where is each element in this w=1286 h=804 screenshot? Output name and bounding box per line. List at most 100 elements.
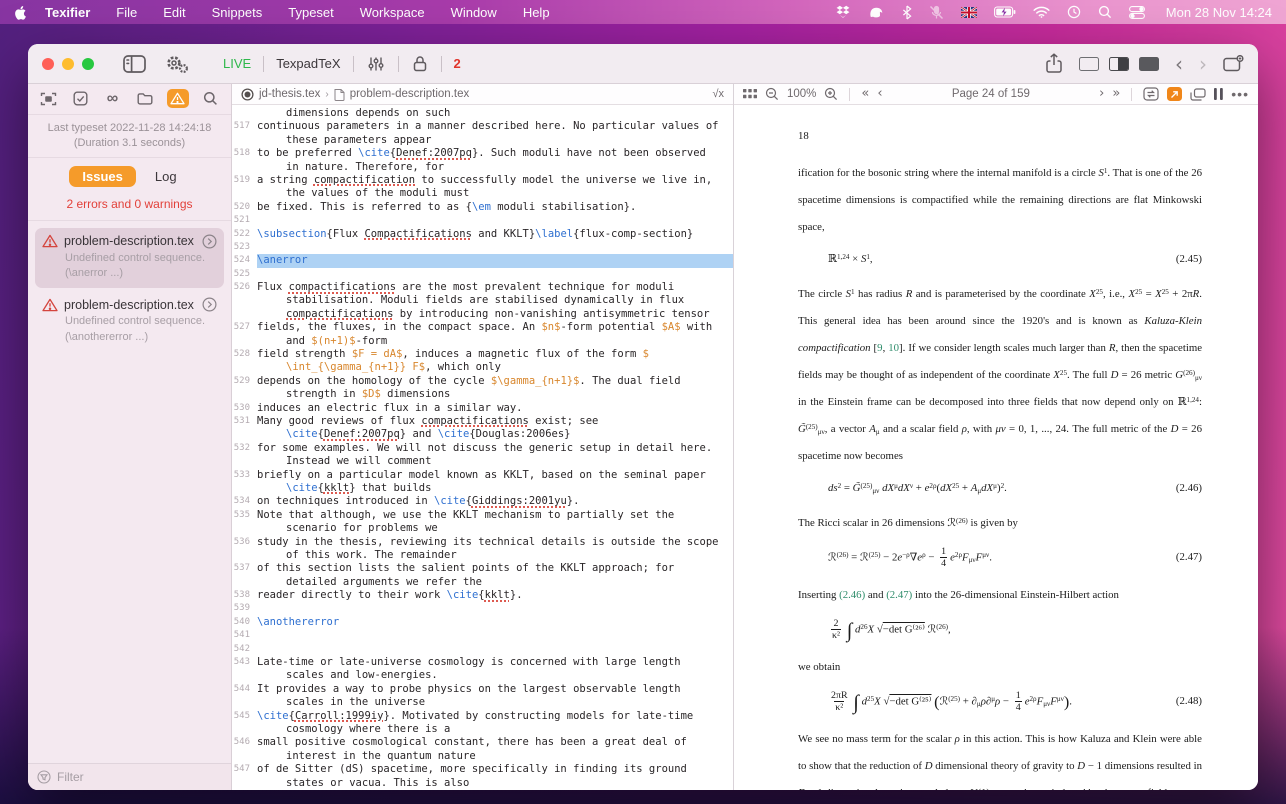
code-line[interactable]: 547of de Sitter (dS) spacetime, more spe…	[232, 763, 733, 776]
page-indicator[interactable]: Page 24 of 159	[891, 88, 1092, 100]
mic-muted-icon[interactable]	[929, 5, 944, 20]
code-line[interactable]: 518to be preferred \cite{Denef:2007pq}. …	[232, 147, 733, 160]
code-line[interactable]: \cite{kklt} that builds	[232, 482, 733, 495]
code-line[interactable]: 543Late-time or late-universe cosmology …	[232, 656, 733, 669]
typeset-settings-gear-icon[interactable]	[164, 54, 190, 74]
menu-edit[interactable]: Edit	[163, 5, 185, 20]
code-line[interactable]: 536study in the thesis, reviewing its te…	[232, 536, 733, 549]
back-button[interactable]: ‹	[1175, 57, 1183, 71]
minimize-button[interactable]	[62, 58, 74, 70]
filter-input[interactable]	[57, 770, 207, 784]
editor-only-view-button[interactable]	[1079, 57, 1099, 71]
code-line[interactable]: states or vacua. This is also	[232, 777, 733, 790]
spotlight-icon[interactable]	[1098, 5, 1112, 19]
menu-app-name[interactable]: Texifier	[45, 5, 90, 20]
code-line[interactable]: 542	[232, 643, 733, 656]
apple-menu-icon[interactable]	[14, 5, 27, 20]
code-line[interactable]: 528field strength $F = dA$, induces a ma…	[232, 348, 733, 361]
new-window-icon[interactable]	[1223, 55, 1244, 72]
more-options-icon[interactable]: •••	[1231, 91, 1249, 97]
battery-charging-icon[interactable]	[994, 6, 1016, 18]
symbols-infinity-icon[interactable]: ∞	[103, 90, 123, 108]
pause-typeset-icon[interactable]	[1214, 88, 1223, 100]
code-line[interactable]: 541	[232, 629, 733, 642]
bluetooth-icon[interactable]	[902, 5, 912, 20]
code-line[interactable]: 539	[232, 602, 733, 615]
jump-to-source-icon[interactable]	[1167, 87, 1182, 101]
code-line[interactable]: 522\subsection{Flux Compactifications an…	[232, 228, 733, 241]
code-line[interactable]: 540\anothererror	[232, 616, 733, 629]
wifi-icon[interactable]	[1033, 6, 1050, 18]
control-center-icon[interactable]	[1129, 6, 1145, 19]
lock-icon[interactable]	[413, 55, 427, 72]
uk-flag-icon[interactable]	[961, 7, 977, 18]
code-line[interactable]: cosmology where there is a	[232, 723, 733, 736]
code-line[interactable]: 520be fixed. This is referred to as {\em…	[232, 201, 733, 214]
math-preview-button[interactable]: √x	[712, 88, 724, 100]
code-line[interactable]: 517continuous parameters in a manner des…	[232, 120, 733, 133]
time-machine-icon[interactable]	[1067, 5, 1081, 19]
code-line[interactable]: strength in $D$ dimensions	[232, 388, 733, 401]
code-line[interactable]: 529depends on the homology of the cycle …	[232, 375, 733, 388]
zoom-button[interactable]	[82, 58, 94, 70]
organizer-icon[interactable]	[39, 90, 59, 108]
code-line[interactable]: scales and low-energies.	[232, 669, 733, 682]
code-line[interactable]: 524\anerror	[232, 254, 733, 267]
code-line[interactable]: the values of the moduli must	[232, 187, 733, 200]
sync-scroll-icon[interactable]	[1143, 87, 1159, 101]
engine-label[interactable]: TexpadTeX	[276, 56, 340, 71]
code-line[interactable]: 521	[232, 214, 733, 227]
code-line[interactable]: 523	[232, 241, 733, 254]
code-line[interactable]: 538reader directly to their work \cite{k…	[232, 589, 733, 602]
forward-button[interactable]: ›	[1199, 57, 1207, 71]
code-line[interactable]: 545\cite{Carroll:1999iy}. Motivated by c…	[232, 710, 733, 723]
code-line[interactable]: these parameters appear	[232, 134, 733, 147]
code-line[interactable]: compactifications by introducing non-van…	[232, 308, 733, 321]
menu-bar-clock[interactable]: Mon 28 Nov 14:24	[1166, 5, 1272, 20]
search-icon[interactable]	[201, 90, 221, 108]
last-page-icon[interactable]: »	[1112, 89, 1120, 99]
menu-window[interactable]: Window	[451, 5, 497, 20]
code-line[interactable]: and $(n+1)$-form	[232, 335, 733, 348]
menu-workspace[interactable]: Workspace	[360, 5, 425, 20]
code-line[interactable]: 527fields, the fluxes, in the compact sp…	[232, 321, 733, 334]
code-line[interactable]: 533briefly on a particular model known a…	[232, 469, 733, 482]
code-line[interactable]: 531Many good reviews of flux compactific…	[232, 415, 733, 428]
menu-typeset[interactable]: Typeset	[288, 5, 334, 20]
zoom-in-icon[interactable]	[824, 87, 838, 101]
code-line[interactable]: 535Note that although, we use the KKLT m…	[232, 509, 733, 522]
tab-log[interactable]: Log	[142, 166, 190, 187]
typeset-options-sliders-icon[interactable]	[368, 56, 384, 72]
todo-checkbox-icon[interactable]	[71, 90, 91, 108]
code-line[interactable]: 519a string compactification to successf…	[232, 174, 733, 187]
previous-page-icon[interactable]: ‹	[877, 89, 882, 99]
issue-item[interactable]: problem-description.tex [3] ... Undefine…	[35, 228, 224, 289]
code-line[interactable]: interest in the quantum nature	[232, 750, 733, 763]
files-folder-icon[interactable]	[135, 90, 155, 108]
code-line[interactable]: 532for some examples. We will not discus…	[232, 442, 733, 455]
code-line[interactable]: scenario for problems we	[232, 522, 733, 535]
issues-warning-icon[interactable]	[167, 89, 189, 108]
code-line[interactable]: 546small positive cosmological constant,…	[232, 736, 733, 749]
code-line[interactable]: 526Flux compactifications are the most p…	[232, 281, 733, 294]
elephant-icon[interactable]	[868, 5, 885, 20]
thumbnails-grid-icon[interactable]	[743, 89, 757, 100]
split-view-button[interactable]	[1109, 57, 1129, 71]
issue-item[interactable]: problem-description.tex [3] ... Undefine…	[35, 291, 224, 352]
code-line[interactable]: 525	[232, 268, 733, 281]
code-line[interactable]: stabilisation. Moduli fields are stabili…	[232, 294, 733, 307]
code-line[interactable]: detailed arguments we refer the	[232, 576, 733, 589]
code-line[interactable]: 537of this section lists the salient poi…	[232, 562, 733, 575]
code-line[interactable]: \cite{Denef:2007pq} and \cite{Douglas:20…	[232, 428, 733, 441]
tab-issues[interactable]: Issues	[69, 166, 135, 187]
menu-file[interactable]: File	[116, 5, 137, 20]
pages-icon[interactable]	[1190, 88, 1206, 101]
code-line[interactable]: \int_{\gamma_{n+1}} F$, which only	[232, 361, 733, 374]
share-icon[interactable]	[1045, 53, 1063, 74]
next-page-icon[interactable]: ›	[1099, 89, 1104, 99]
dropbox-icon[interactable]	[835, 5, 851, 19]
code-editor[interactable]: dimensions depends on such517continuous …	[232, 105, 733, 790]
first-page-icon[interactable]: «	[861, 89, 869, 99]
pdf-only-view-button[interactable]	[1139, 57, 1159, 71]
code-line[interactable]: 534on techniques introduced in \cite{Gid…	[232, 495, 733, 508]
